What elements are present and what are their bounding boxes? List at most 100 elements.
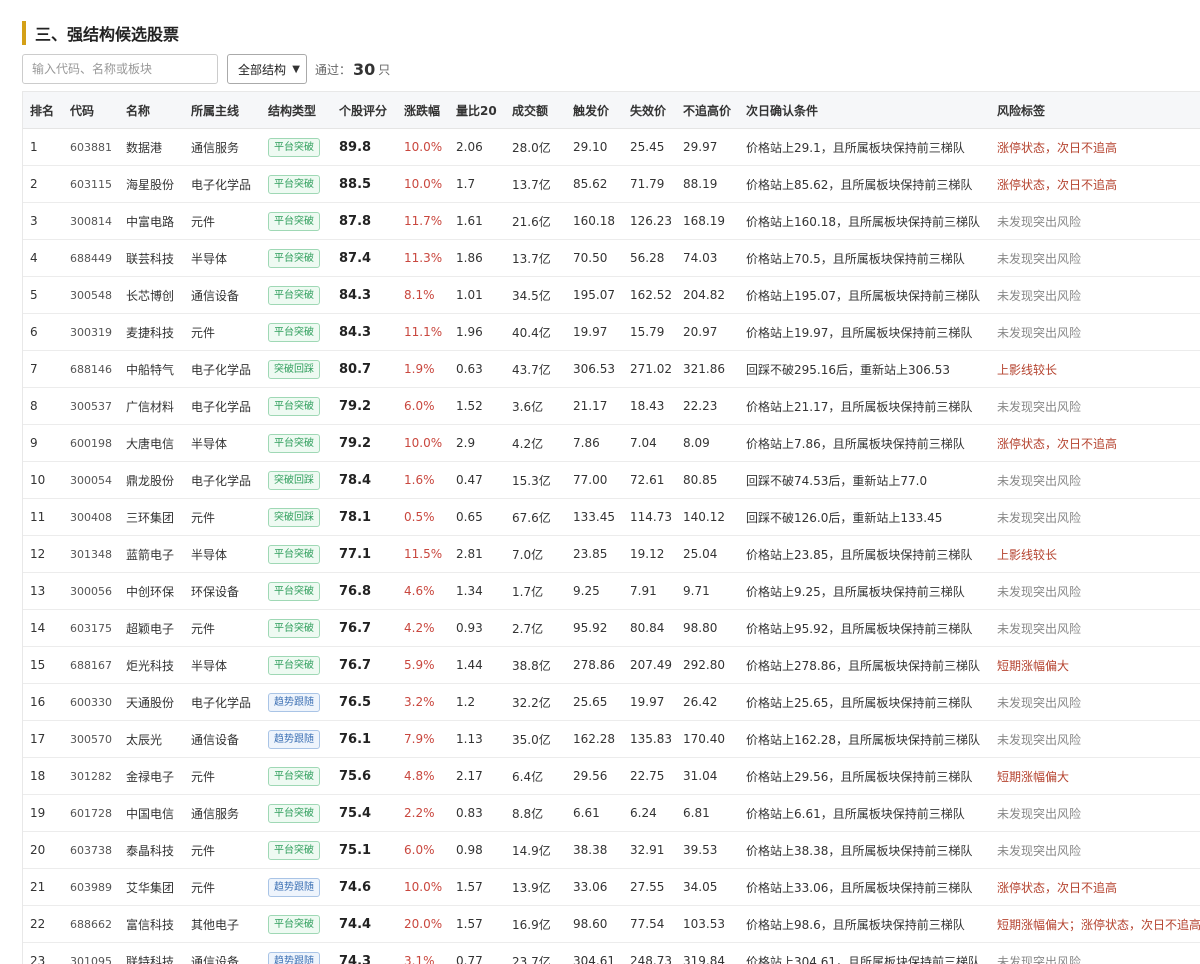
volume-ratio-cell: 1.7 [449, 166, 505, 203]
code-cell: 300408 [63, 499, 119, 536]
score-cell: 84.3 [332, 277, 397, 314]
column-header[interactable]: 代码 [63, 92, 119, 129]
column-header[interactable]: 不追高价 [676, 92, 739, 129]
table-row[interactable]: 5300548长芯博创通信设备平台突破84.38.1%1.0134.5亿195.… [23, 277, 1200, 314]
amount-cell: 7.0亿 [505, 536, 566, 573]
amount-cell: 43.7亿 [505, 351, 566, 388]
risk-tag-cell: 涨停状态，次日不追高 [990, 869, 1200, 906]
table-row[interactable]: 6300319麦捷科技元件平台突破84.311.1%1.9640.4亿19.97… [23, 314, 1200, 351]
column-header[interactable]: 失效价 [623, 92, 676, 129]
column-header[interactable]: 所属主线 [184, 92, 261, 129]
code-cell: 600198 [63, 425, 119, 462]
no-chase-price-cell: 20.97 [676, 314, 739, 351]
risk-tag-cell: 未发现突出风险 [990, 573, 1200, 610]
table-row[interactable]: 2603115海星股份电子化学品平台突破88.510.0%1.713.7亿85.… [23, 166, 1200, 203]
sector-cell: 元件 [184, 832, 261, 869]
risk-tag-cell: 涨停状态，次日不追高 [990, 166, 1200, 203]
no-chase-price-cell: 9.71 [676, 573, 739, 610]
no-chase-price-cell: 98.80 [676, 610, 739, 647]
structure-filter-select[interactable]: 全部结构 ▼ [227, 54, 307, 84]
table-row[interactable]: 20603738泰晶科技元件平台突破75.16.0%0.9814.9亿38.38… [23, 832, 1200, 869]
table-row[interactable]: 1603881数据港通信服务平台突破89.810.0%2.0628.0亿29.1… [23, 129, 1200, 166]
structure-type-badge: 平台突破 [268, 804, 320, 823]
sector-cell: 元件 [184, 758, 261, 795]
table-row[interactable]: 3300814中富电路元件平台突破87.811.7%1.6121.6亿160.1… [23, 203, 1200, 240]
trigger-price-cell: 9.25 [566, 573, 623, 610]
confirm-condition-cell: 价格站上29.1，且所属板块保持前三梯队 [739, 129, 990, 166]
name-cell: 富信科技 [119, 906, 184, 943]
change-cell: 10.0% [397, 425, 449, 462]
code-cell: 301282 [63, 758, 119, 795]
column-header[interactable]: 涨跌幅 [397, 92, 449, 129]
table-row[interactable]: 16600330天通股份电子化学品趋势跟随76.53.2%1.232.2亿25.… [23, 684, 1200, 721]
score-cell: 88.5 [332, 166, 397, 203]
score-cell: 74.6 [332, 869, 397, 906]
table-row[interactable]: 17300570太辰光通信设备趋势跟随76.17.9%1.1335.0亿162.… [23, 721, 1200, 758]
amount-cell: 4.2亿 [505, 425, 566, 462]
pass-label: 通过： [315, 61, 351, 78]
column-header[interactable]: 结构类型 [261, 92, 332, 129]
table-row[interactable]: 9600198大唐电信半导体平台突破79.210.0%2.94.2亿7.867.… [23, 425, 1200, 462]
volume-ratio-cell: 0.77 [449, 943, 505, 964]
sector-cell: 元件 [184, 314, 261, 351]
code-cell: 300537 [63, 388, 119, 425]
table-row[interactable]: 18301282金禄电子元件平台突破75.64.8%2.176.4亿29.562… [23, 758, 1200, 795]
no-chase-price-cell: 8.09 [676, 425, 739, 462]
type-cell: 平台突破 [261, 573, 332, 610]
pass-count: 30 [353, 60, 375, 79]
table-row[interactable]: 22688662富信科技其他电子平台突破74.420.0%1.5716.9亿98… [23, 906, 1200, 943]
rank-cell: 13 [23, 573, 63, 610]
column-header[interactable]: 个股评分 [332, 92, 397, 129]
name-cell: 蓝箭电子 [119, 536, 184, 573]
search-input[interactable] [22, 54, 218, 84]
sector-cell: 其他电子 [184, 906, 261, 943]
no-chase-price-cell: 31.04 [676, 758, 739, 795]
sector-cell: 电子化学品 [184, 388, 261, 425]
score-cell: 89.8 [332, 129, 397, 166]
column-header[interactable]: 名称 [119, 92, 184, 129]
table-row[interactable]: 10300054鼎龙股份电子化学品突破回踩78.41.6%0.4715.3亿77… [23, 462, 1200, 499]
risk-tag-cell: 短期涨幅偏大；涨停状态，次日不追高 [990, 906, 1200, 943]
table-row[interactable]: 13300056中创环保环保设备平台突破76.84.6%1.341.7亿9.25… [23, 573, 1200, 610]
rank-cell: 5 [23, 277, 63, 314]
column-header[interactable]: 量比20 [449, 92, 505, 129]
column-header[interactable]: 成交额 [505, 92, 566, 129]
confirm-condition-cell: 价格站上70.5，且所属板块保持前三梯队 [739, 240, 990, 277]
score-cell: 87.8 [332, 203, 397, 240]
sector-cell: 元件 [184, 203, 261, 240]
column-header[interactable]: 触发价 [566, 92, 623, 129]
sector-cell: 电子化学品 [184, 462, 261, 499]
invalid-price-cell: 162.52 [623, 277, 676, 314]
score-cell: 76.1 [332, 721, 397, 758]
name-cell: 海星股份 [119, 166, 184, 203]
table-row[interactable]: 8300537广信材料电子化学品平台突破79.26.0%1.523.6亿21.1… [23, 388, 1200, 425]
table-row[interactable]: 21603989艾华集团元件趋势跟随74.610.0%1.5713.9亿33.0… [23, 869, 1200, 906]
column-header[interactable]: 次日确认条件 [739, 92, 990, 129]
change-cell: 10.0% [397, 129, 449, 166]
change-cell: 20.0% [397, 906, 449, 943]
table-row[interactable]: 14603175超颖电子元件平台突破76.74.2%0.932.7亿95.928… [23, 610, 1200, 647]
table-row[interactable]: 7688146中船特气电子化学品突破回踩80.71.9%0.6343.7亿306… [23, 351, 1200, 388]
column-header[interactable]: 风险标签 [990, 92, 1200, 129]
no-chase-price-cell: 26.42 [676, 684, 739, 721]
change-cell: 10.0% [397, 869, 449, 906]
table-row[interactable]: 4688449联芸科技半导体平台突破87.411.3%1.8613.7亿70.5… [23, 240, 1200, 277]
table-row[interactable]: 23301095联特科技通信设备趋势跟随74.33.1%0.7723.7亿304… [23, 943, 1200, 964]
code-cell: 603115 [63, 166, 119, 203]
score-cell: 74.4 [332, 906, 397, 943]
code-cell: 603175 [63, 610, 119, 647]
amount-cell: 28.0亿 [505, 129, 566, 166]
table-row[interactable]: 11300408三环集团元件突破回踩78.10.5%0.6567.6亿133.4… [23, 499, 1200, 536]
type-cell: 平台突破 [261, 425, 332, 462]
no-chase-price-cell: 74.03 [676, 240, 739, 277]
no-chase-price-cell: 103.53 [676, 906, 739, 943]
column-header[interactable]: 排名 [23, 92, 63, 129]
trigger-price-cell: 160.18 [566, 203, 623, 240]
confirm-condition-cell: 回踩不破126.0后，重新站上133.45 [739, 499, 990, 536]
table-row[interactable]: 19601728中国电信通信服务平台突破75.42.2%0.838.8亿6.61… [23, 795, 1200, 832]
code-cell: 603738 [63, 832, 119, 869]
change-cell: 2.2% [397, 795, 449, 832]
table-row[interactable]: 12301348蓝箭电子半导体平台突破77.111.5%2.817.0亿23.8… [23, 536, 1200, 573]
candidate-table: 排名代码名称所属主线结构类型个股评分涨跌幅量比20成交额触发价失效价不追高价次日… [23, 92, 1200, 964]
table-row[interactable]: 15688167炬光科技半导体平台突破76.75.9%1.4438.8亿278.… [23, 647, 1200, 684]
